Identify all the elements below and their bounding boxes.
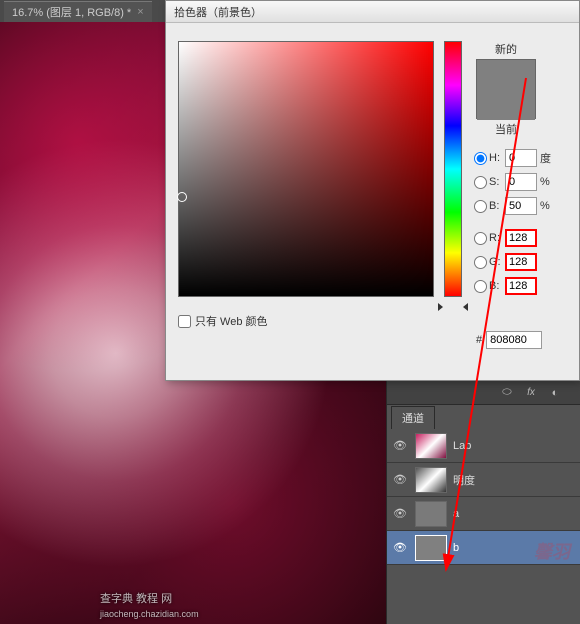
saturation-label: S: bbox=[489, 176, 505, 188]
visibility-icon[interactable]: 👁 bbox=[391, 505, 409, 523]
dialog-title[interactable]: 拾色器（前景色） bbox=[166, 1, 579, 23]
hue-marker-left-icon bbox=[438, 303, 443, 311]
preview-new-label: 新的 bbox=[476, 41, 536, 57]
channel-row-lightness[interactable]: 👁 明度 bbox=[387, 463, 580, 497]
tab-channels[interactable]: 通道 bbox=[391, 406, 435, 429]
current-color-swatch[interactable] bbox=[477, 94, 535, 120]
document-tab[interactable]: 16.7% (图层 1, RGB/8) * × bbox=[4, 1, 152, 22]
watermark-text: 查字典 教程 网 jiaocheng.chazidian.com bbox=[100, 590, 199, 620]
hue-unit: 度 bbox=[540, 150, 554, 166]
panels-area: ⬭ fx ◐ 通道 👁 Lab 👁 明度 👁 a 👁 b bbox=[386, 381, 580, 624]
hue-marker-right-icon bbox=[463, 303, 468, 311]
hue-input[interactable] bbox=[505, 149, 537, 167]
brightness-input[interactable] bbox=[505, 197, 537, 215]
fx-icon[interactable]: fx bbox=[524, 386, 538, 400]
green-radio[interactable] bbox=[474, 256, 487, 269]
web-colors-checkbox[interactable] bbox=[178, 315, 191, 328]
saturation-unit: % bbox=[540, 176, 554, 188]
color-field-cursor bbox=[177, 192, 187, 202]
brightness-radio[interactable] bbox=[474, 200, 487, 213]
brightness-label: B: bbox=[489, 200, 505, 212]
hue-radio[interactable] bbox=[474, 152, 487, 165]
channel-label: b bbox=[453, 542, 576, 554]
preview-current-label: 当前 bbox=[476, 121, 536, 137]
channel-thumbnail bbox=[415, 433, 447, 459]
panel-toolbar: ⬭ fx ◐ bbox=[387, 381, 580, 405]
web-colors-label: 只有 Web 颜色 bbox=[195, 313, 268, 329]
red-input[interactable] bbox=[505, 229, 537, 247]
visibility-icon[interactable]: 👁 bbox=[391, 539, 409, 557]
hue-label: H: bbox=[489, 152, 505, 164]
link-icon[interactable]: ⬭ bbox=[500, 386, 514, 400]
color-picker-dialog: 拾色器（前景色） 新的 当前 H: 度 S: bbox=[165, 0, 580, 381]
color-field[interactable] bbox=[178, 41, 434, 297]
new-color-swatch bbox=[477, 60, 535, 94]
channel-thumbnail bbox=[415, 535, 447, 561]
channel-thumbnail bbox=[415, 467, 447, 493]
green-input[interactable] bbox=[505, 253, 537, 271]
channel-label: 明度 bbox=[453, 472, 576, 488]
blue-radio[interactable] bbox=[474, 280, 487, 293]
red-label: R: bbox=[489, 232, 505, 244]
blue-label: B: bbox=[489, 280, 505, 292]
channel-label: a bbox=[453, 508, 576, 520]
channel-row-lab[interactable]: 👁 Lab bbox=[387, 429, 580, 463]
green-label: G: bbox=[489, 256, 505, 268]
channel-thumbnail bbox=[415, 501, 447, 527]
visibility-icon[interactable]: 👁 bbox=[391, 437, 409, 455]
channel-label: Lab bbox=[453, 440, 576, 452]
hex-label: # bbox=[476, 334, 482, 346]
saturation-input[interactable] bbox=[505, 173, 537, 191]
hue-slider[interactable] bbox=[444, 41, 462, 297]
panel-tabs: 通道 bbox=[387, 405, 580, 429]
color-preview bbox=[476, 59, 536, 119]
brightness-unit: % bbox=[540, 200, 554, 212]
mask-icon[interactable]: ◐ bbox=[548, 386, 562, 400]
saturation-radio[interactable] bbox=[474, 176, 487, 189]
channels-list: 👁 Lab 👁 明度 👁 a 👁 b bbox=[387, 429, 580, 565]
channel-row-b[interactable]: 👁 b bbox=[387, 531, 580, 565]
hex-input[interactable] bbox=[486, 331, 542, 349]
tab-title: 16.7% (图层 1, RGB/8) * bbox=[12, 4, 131, 20]
channel-row-a[interactable]: 👁 a bbox=[387, 497, 580, 531]
close-icon[interactable]: × bbox=[137, 6, 143, 18]
blue-input[interactable] bbox=[505, 277, 537, 295]
visibility-icon[interactable]: 👁 bbox=[391, 471, 409, 489]
red-radio[interactable] bbox=[474, 232, 487, 245]
